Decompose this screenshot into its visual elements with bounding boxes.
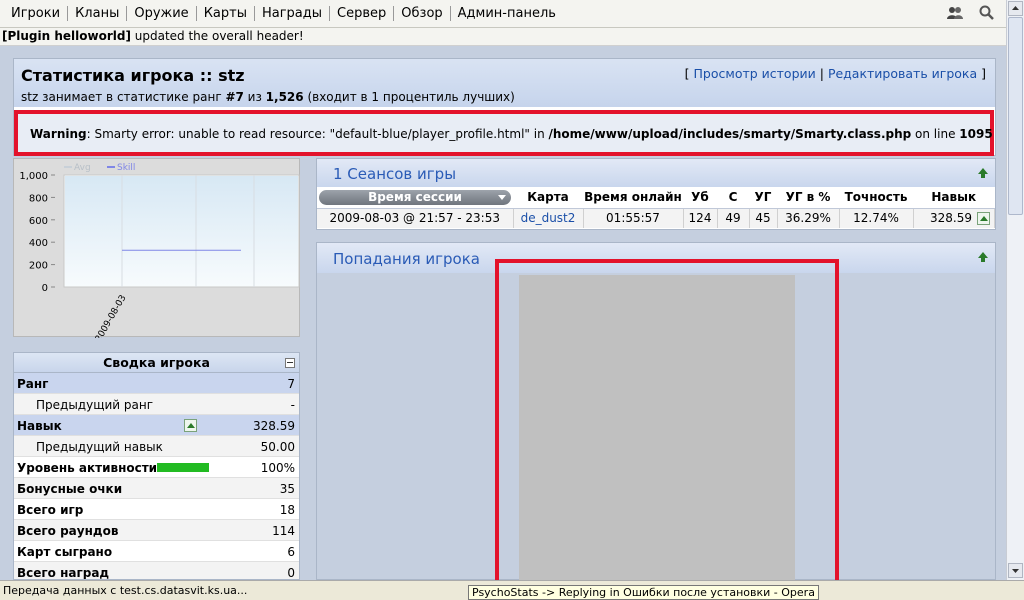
col-deaths[interactable]: С bbox=[717, 187, 749, 209]
activity-bar bbox=[157, 463, 209, 472]
edit-player-link[interactable]: Редактировать игрока bbox=[828, 66, 977, 81]
plugin-tag: [Plugin helloworld] bbox=[2, 29, 131, 43]
hits-title: Попадания игрока bbox=[333, 250, 480, 268]
nav-item-maps[interactable]: Карты bbox=[197, 6, 255, 21]
collapse-up-icon[interactable] bbox=[977, 167, 989, 179]
top-icons bbox=[946, 5, 996, 21]
sessions-title: 1 Сеансов игры bbox=[333, 165, 457, 183]
sessions-header-row: Время сессии Карта Время онлайн Уб С УГ … bbox=[317, 187, 995, 209]
collapse-up-icon[interactable] bbox=[977, 251, 989, 263]
session-hs: 45 bbox=[749, 208, 778, 228]
summary-row-rounds: Всего раундов 114 bbox=[14, 520, 299, 541]
warning-box: Warning: Smarty error: unable to read re… bbox=[14, 110, 994, 156]
summary-row-maps: Карт сыграно 6 bbox=[14, 541, 299, 562]
skill-chart: 1,000 800 600 400 200 0 2009-08-03 Avg Skill bbox=[13, 158, 300, 339]
page-title: Статистика игрока :: stz bbox=[21, 66, 245, 85]
nav-item-admin[interactable]: Админ-панель bbox=[451, 6, 563, 21]
nav-item-clans[interactable]: Кланы bbox=[68, 6, 128, 21]
col-hs[interactable]: УГ bbox=[749, 187, 777, 209]
y-tick-label: 800 bbox=[29, 193, 48, 204]
sessions-header: 1 Сеансов игры bbox=[317, 159, 995, 187]
plot-fill bbox=[65, 176, 298, 286]
col-kills[interactable]: Уб bbox=[683, 187, 717, 209]
summary-title: Сводка игрока bbox=[103, 355, 210, 370]
summary-row-awards: Всего наград 0 bbox=[14, 562, 299, 579]
search-icon[interactable] bbox=[978, 5, 996, 21]
session-accuracy: 12.74% bbox=[839, 208, 914, 228]
scroll-thumb[interactable] bbox=[1008, 17, 1023, 215]
session-kills: 124 bbox=[683, 208, 718, 228]
legend-avg-label: Avg bbox=[74, 163, 91, 173]
nav-item-weapons[interactable]: Оружие bbox=[127, 6, 197, 21]
session-time: 2009-08-03 @ 21:57 - 23:53 bbox=[317, 208, 514, 228]
nav-menu: Игроки Кланы Оружие Карты Награды Сервер… bbox=[4, 6, 563, 21]
nav-item-overview[interactable]: Обзор bbox=[394, 6, 451, 21]
nav-item-awards[interactable]: Награды bbox=[255, 6, 331, 21]
view-history-link[interactable]: Просмотр истории bbox=[694, 66, 816, 81]
summary-row-rank: Ранг 7 bbox=[14, 373, 299, 394]
col-session-time[interactable]: Время сессии bbox=[317, 187, 513, 209]
vertical-scrollbar[interactable] bbox=[1006, 0, 1024, 580]
y-tick-label: 600 bbox=[29, 216, 48, 227]
summary-row-skill: Навык 328.59 bbox=[14, 415, 299, 436]
status-bar: Передача данных с test.cs.datasvit.ks.ua… bbox=[0, 580, 1024, 600]
summary-row-games: Всего игр 18 bbox=[14, 499, 299, 520]
legend-skill-label: Skill bbox=[117, 163, 135, 173]
plugin-message: [Plugin helloworld] updated the overall … bbox=[0, 28, 1006, 46]
status-text: Передача данных с test.cs.datasvit.ks.ua… bbox=[3, 584, 248, 597]
summary-row-bonus: Бонусные очки 35 bbox=[14, 478, 299, 499]
player-rank-summary: stz занимает в статистике ранг #7 из 1,5… bbox=[21, 90, 515, 104]
map-link[interactable]: de_dust2 bbox=[521, 211, 576, 225]
summary-row-prev-skill: Предыдущий навык 50.00 bbox=[14, 436, 299, 457]
col-online[interactable]: Время онлайн bbox=[583, 187, 683, 209]
y-tick-label: 400 bbox=[29, 238, 48, 249]
x-tick-label: 2009-08-03 bbox=[94, 294, 129, 339]
col-map[interactable]: Карта bbox=[513, 187, 583, 209]
session-map: de_dust2 bbox=[513, 208, 584, 228]
player-links: [ Просмотр истории | Редактировать игрок… bbox=[684, 66, 986, 81]
summary-row-activity: Уровень активности 100% bbox=[14, 457, 299, 478]
y-tick-label: 1,000 bbox=[19, 171, 48, 182]
highlight-annotation bbox=[495, 259, 839, 588]
nav-item-server[interactable]: Сервер bbox=[330, 6, 395, 21]
session-hs-pct: 36.29% bbox=[777, 208, 840, 228]
summary-header: Сводка игрока bbox=[14, 353, 299, 373]
window-tooltip: PsychoStats -> Replying in Ошибки после … bbox=[468, 585, 819, 600]
col-skill[interactable]: Навык bbox=[913, 187, 995, 209]
table-row: 2009-08-03 @ 21:57 - 23:53 de_dust2 01:5… bbox=[317, 208, 995, 228]
scroll-up-arrow-icon[interactable] bbox=[1008, 1, 1023, 16]
skill-chart-svg: 1,000 800 600 400 200 0 2009-08-03 Avg Skill bbox=[19, 163, 300, 339]
sessions-panel: 1 Сеансов игры Время сессии Карта Время … bbox=[316, 158, 996, 230]
summary-row-prev-rank: Предыдущий ранг - bbox=[14, 394, 299, 415]
session-online: 01:55:57 bbox=[583, 208, 684, 228]
col-hs-pct[interactable]: УГ в % bbox=[777, 187, 839, 209]
y-tick-label: 0 bbox=[42, 283, 48, 294]
sessions-table: Время сессии Карта Время онлайн Уб С УГ … bbox=[317, 187, 995, 228]
skill-up-icon bbox=[184, 419, 197, 432]
users-icon[interactable] bbox=[946, 5, 964, 21]
session-deaths: 49 bbox=[717, 208, 750, 228]
warning-text: Warning: Smarty error: unable to read re… bbox=[30, 127, 993, 141]
session-skill: 328.59 bbox=[913, 208, 995, 228]
y-tick-label: 200 bbox=[29, 261, 48, 272]
plugin-text: updated the overall header! bbox=[130, 29, 304, 43]
scroll-down-arrow-icon[interactable] bbox=[1008, 563, 1023, 578]
skill-up-icon bbox=[977, 211, 990, 225]
col-accuracy[interactable]: Точность bbox=[839, 187, 913, 209]
top-nav: Игроки Кланы Оружие Карты Награды Сервер… bbox=[0, 0, 1006, 28]
player-summary: Сводка игрока Ранг 7 Предыдущий ранг - Нав… bbox=[13, 352, 300, 580]
nav-item-players[interactable]: Игроки bbox=[4, 6, 69, 21]
collapse-minus-icon[interactable] bbox=[285, 358, 295, 368]
